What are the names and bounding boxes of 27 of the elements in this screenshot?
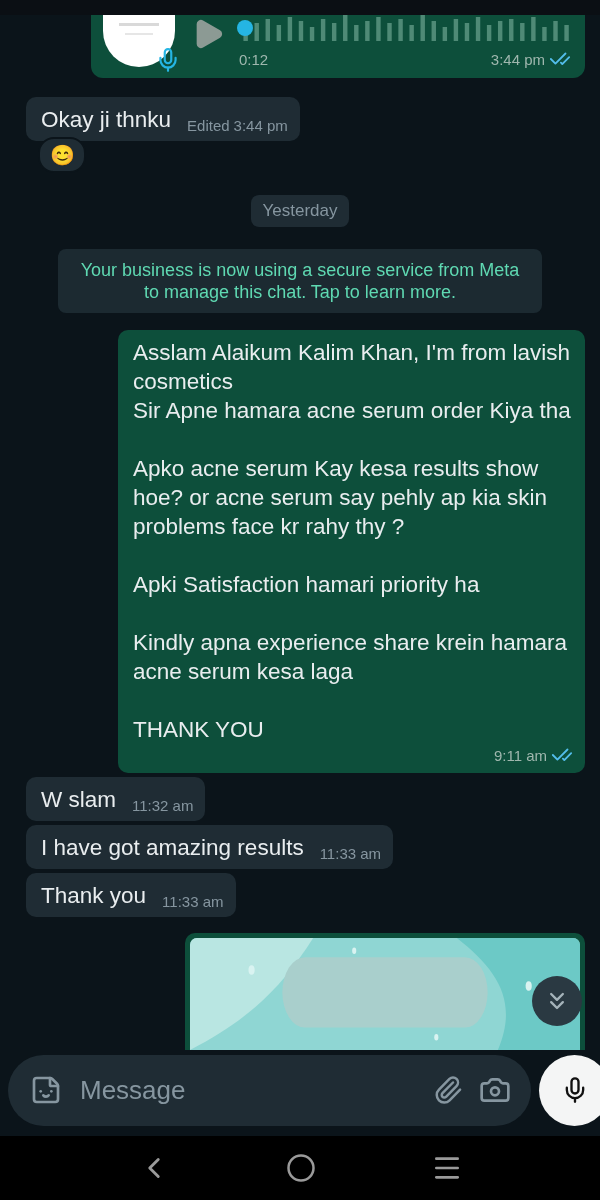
message-bubble[interactable]: Thank you 11:33 am (26, 873, 236, 917)
message-text: W slam (41, 786, 116, 814)
duration-text: 0:12 (239, 50, 269, 68)
time-text: 3:44 pm (233, 117, 288, 134)
paperclip-icon[interactable] (433, 1075, 463, 1105)
home-icon[interactable] (286, 1153, 316, 1183)
reaction-emoji[interactable]: 😊 (38, 137, 86, 173)
sticker-icon[interactable] (30, 1074, 62, 1106)
time-text: 11:33 am (319, 845, 382, 862)
edited-label: Edited (187, 117, 230, 134)
message-text: Okay ji thnku (41, 106, 172, 134)
message-bubble[interactable]: Okay ji thnku Edited 3:44 pm (26, 97, 300, 141)
message-input[interactable]: Message (78, 1073, 417, 1107)
message-text: I have got amazing results (41, 834, 304, 862)
time-text: 9:11 am (493, 746, 547, 764)
message-text: Asslam Alaikum Kalim Khan, I'm from lavish cosmetics Sir Apne hamara acne serum order Kiya tha Apko acne serum Kay kesa results show hoe? or acne serum say pehly ap kia skin problems face kr rahy thy ? Apki Satisfaction hamari priority ha Kindly apna experience share krein hamara acne serum kesa laga THANK YOU (133, 339, 572, 744)
progress-dot[interactable] (237, 20, 253, 36)
message-text: Thank you (41, 882, 147, 910)
message-field[interactable]: Message (8, 1054, 531, 1126)
time-text: 11:32 am (132, 797, 194, 814)
voice-message-bubble[interactable]: 0:12 3:44 pm (91, 15, 585, 78)
date-chip: Yesterday (250, 195, 350, 227)
time-text: 3:44 pm (490, 50, 545, 68)
message-bubble[interactable]: I have got amazing results 11:33 am (26, 825, 394, 869)
time-text: 11:33 am (162, 893, 224, 910)
security-notice[interactable]: Your business is now using a secure service from Meta to manage this chat. Tap to learn more. (58, 249, 542, 313)
message-bubble[interactable]: W slam 11:32 am (26, 777, 206, 821)
